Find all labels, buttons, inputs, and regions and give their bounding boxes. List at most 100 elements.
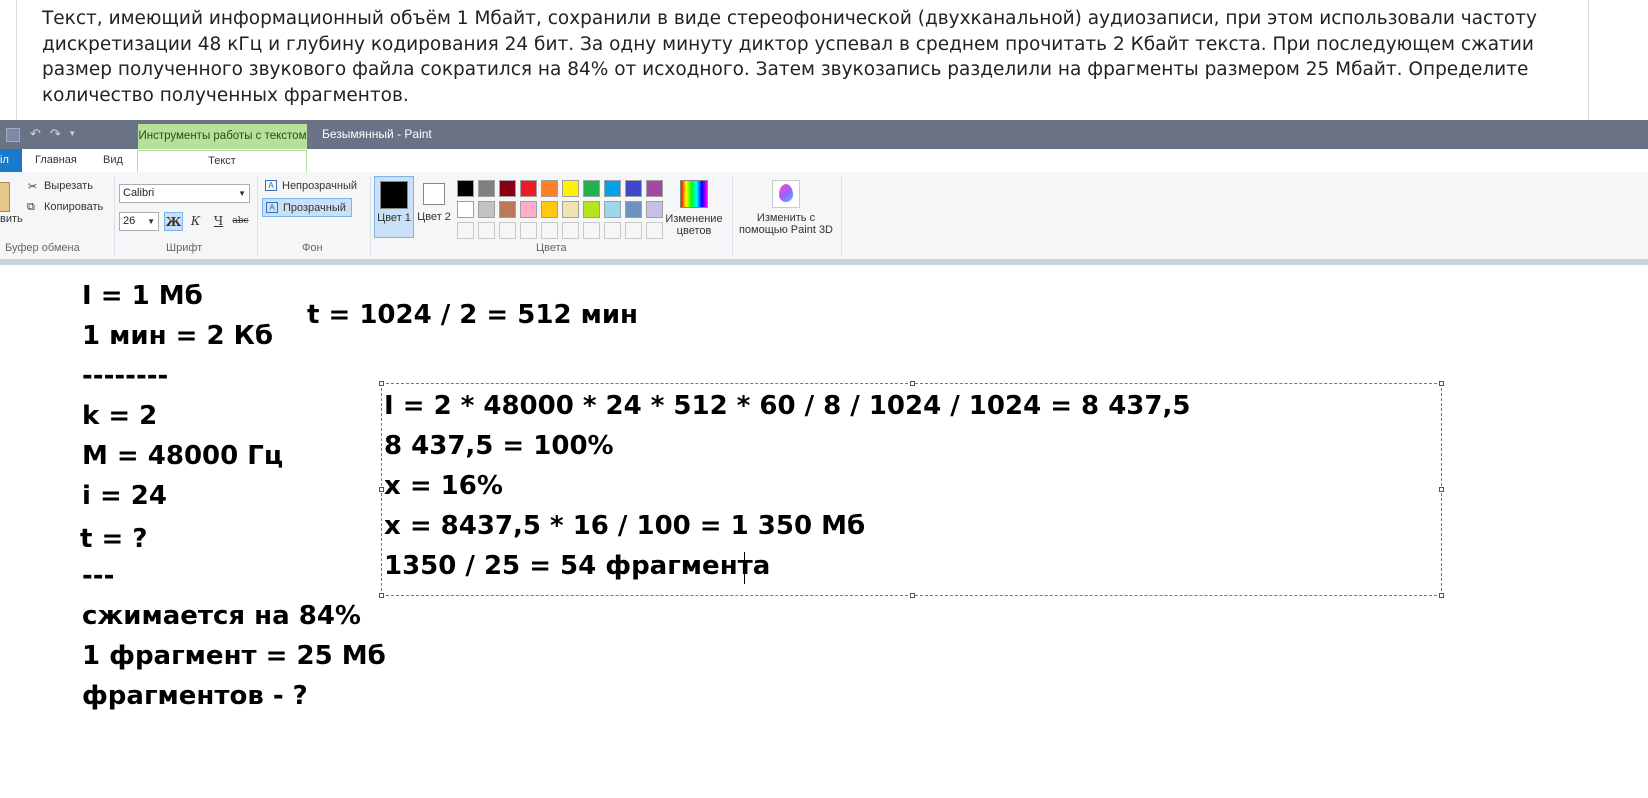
italic-button[interactable]: К [186, 212, 205, 231]
cut-button[interactable]: Вырезать [44, 180, 93, 192]
separator [257, 176, 258, 256]
palette-swatch[interactable] [560, 178, 581, 199]
color2-button[interactable]: Цвет 2 [414, 176, 454, 238]
strikethrough-button[interactable]: abc [231, 212, 250, 231]
canvas-note-line: сжимается на 84% [82, 601, 361, 631]
swatch-color [457, 222, 474, 239]
clipboard-group-label: Буфер обмена [5, 242, 80, 254]
transparent-label: Прозрачный [283, 202, 346, 214]
swatch-color [499, 180, 516, 197]
palette-swatch[interactable] [560, 199, 581, 220]
font-family-value: Calibri [123, 187, 155, 199]
bold-button[interactable]: Ж [164, 212, 183, 231]
underline-button[interactable]: Ч [209, 212, 228, 231]
chevron-down-icon: ▼ [238, 189, 246, 198]
palette-swatch[interactable] [497, 199, 518, 220]
palette-swatch[interactable] [581, 220, 602, 241]
edit-colors-button[interactable]: Изменение цветов [663, 178, 725, 237]
resize-handle[interactable] [1439, 487, 1444, 492]
palette-swatch[interactable] [455, 199, 476, 220]
palette-swatch[interactable] [623, 220, 644, 241]
color-palette [455, 178, 665, 241]
resize-handle[interactable] [379, 593, 384, 598]
copy-icon[interactable]: ⧉ [27, 201, 35, 214]
swatch-color [646, 222, 663, 239]
palette-swatch[interactable] [581, 199, 602, 220]
swatch-color [583, 222, 600, 239]
task-right-border [1588, 0, 1589, 120]
palette-swatch[interactable] [602, 220, 623, 241]
window-title: Безымянный - Paint [322, 127, 432, 141]
swatch-color [583, 201, 600, 218]
swatch-color [562, 180, 579, 197]
canvas-note-line: t = ? [80, 524, 148, 554]
resize-handle[interactable] [1439, 593, 1444, 598]
palette-swatch[interactable] [455, 178, 476, 199]
palette-swatch[interactable] [497, 178, 518, 199]
palette-swatch[interactable] [602, 178, 623, 199]
swatch-color [478, 222, 495, 239]
palette-swatch[interactable] [455, 220, 476, 241]
task-left-border [16, 0, 17, 120]
text-tools-contextual-tab: Инструменты работы с текстом [138, 124, 307, 149]
resize-handle[interactable] [1439, 381, 1444, 386]
tab-file[interactable]: іл [0, 149, 22, 172]
opaque-option[interactable]: A Непрозрачный [262, 177, 362, 196]
swatch-color [562, 201, 579, 218]
swatch-color [478, 201, 495, 218]
palette-swatch[interactable] [623, 199, 644, 220]
palette-swatch[interactable] [476, 220, 497, 241]
resize-handle[interactable] [910, 593, 915, 598]
swatch-color [625, 180, 642, 197]
palette-swatch[interactable] [539, 199, 560, 220]
palette-swatch[interactable] [539, 220, 560, 241]
palette-swatch[interactable] [644, 220, 665, 241]
text-box-line: x = 8437,5 * 16 / 100 = 1 350 Мб [384, 511, 866, 541]
color1-button[interactable]: Цвет 1 [374, 176, 414, 238]
palette-swatch[interactable] [644, 199, 665, 220]
palette-swatch[interactable] [644, 178, 665, 199]
swatch-color [499, 201, 516, 218]
text-caret [744, 552, 745, 584]
canvas-note-line: I = 1 Мб [82, 281, 203, 311]
palette-swatch[interactable] [623, 178, 644, 199]
palette-swatch[interactable] [602, 199, 623, 220]
palette-swatch[interactable] [518, 199, 539, 220]
font-family-select[interactable]: Calibri ▼ [119, 184, 250, 203]
paste-icon[interactable] [0, 182, 10, 212]
tab-home[interactable]: Главная [35, 149, 77, 172]
swatch-color [457, 180, 474, 197]
swatch-color [604, 180, 621, 197]
palette-swatch[interactable] [518, 178, 539, 199]
palette-swatch[interactable] [497, 220, 518, 241]
palette-swatch[interactable] [476, 199, 497, 220]
swatch-color [625, 201, 642, 218]
font-size-value: 26 [123, 215, 136, 227]
redo-icon[interactable]: ↷ [50, 127, 61, 143]
transparent-option[interactable]: A Прозрачный [262, 198, 352, 217]
task-panel: Текст, имеющий информационный объём 1 Мб… [0, 0, 1648, 120]
tab-view[interactable]: Вид [103, 149, 123, 172]
scissors-icon[interactable]: ✂ [28, 180, 37, 193]
palette-swatch[interactable] [539, 178, 560, 199]
save-icon[interactable] [6, 128, 20, 142]
copy-button[interactable]: Копировать [44, 201, 103, 213]
swatch-color [478, 180, 495, 197]
tab-text[interactable]: Текст [137, 150, 307, 173]
paste-button[interactable]: вить [0, 213, 23, 225]
palette-swatch[interactable] [581, 178, 602, 199]
undo-icon[interactable]: ↶ [30, 127, 41, 143]
swatch-color [499, 222, 516, 239]
swatch-color [541, 222, 558, 239]
opaque-label: Непрозрачный [282, 180, 358, 192]
palette-swatch[interactable] [476, 178, 497, 199]
swatch-color [541, 180, 558, 197]
paint3d-label: Изменить с помощью Paint 3D [738, 212, 834, 236]
paint3d-button[interactable]: Изменить с помощью Paint 3D [737, 178, 835, 236]
colors-group-label: Цвета [536, 242, 567, 254]
palette-swatch[interactable] [518, 220, 539, 241]
font-size-select[interactable]: 26 ▼ [119, 212, 159, 231]
font-group-label: Шрифт [166, 242, 203, 254]
palette-swatch[interactable] [560, 220, 581, 241]
customize-toolbar-icon[interactable]: ▾ [70, 129, 75, 145]
